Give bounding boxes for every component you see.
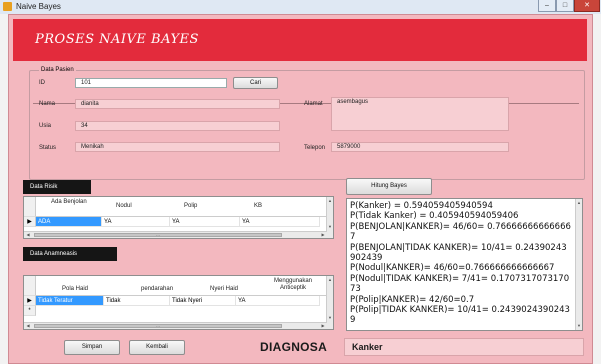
scroll-up-icon[interactable]: ▲	[327, 198, 333, 204]
grid-header: Ada Benjolan Nodul Polip KB	[24, 197, 333, 217]
close-icon[interactable]: ✕	[574, 0, 600, 12]
scroll-up-icon[interactable]: ▲	[327, 277, 333, 283]
nama-field[interactable]: dianita	[75, 99, 280, 109]
column-header[interactable]: Ada Benjolan	[51, 199, 91, 206]
vertical-scrollbar[interactable]: ▲ ▼	[326, 276, 333, 329]
data-risik-grid[interactable]: Ada Benjolan Nodul Polip KB ▶ ADA YA YA …	[23, 196, 334, 239]
table-cell[interactable]: YA	[102, 217, 170, 227]
hitung-bayes-button[interactable]: Hitung Bayes	[346, 178, 432, 195]
scroll-right-icon[interactable]: ▶	[320, 323, 326, 329]
app-icon	[3, 2, 12, 11]
nama-label: Nama	[39, 101, 56, 107]
horizontal-scrollbar[interactable]: ◀ ⋯ ▶	[24, 322, 327, 329]
status-field[interactable]: Menikah	[75, 142, 280, 152]
scroll-down-icon[interactable]: ▼	[576, 323, 582, 329]
new-row-icon[interactable]: *	[24, 306, 36, 316]
usia-label: Usia	[39, 123, 52, 129]
horizontal-scrollbar[interactable]: ◀ ⋯ ▶	[24, 231, 327, 238]
scroll-left-icon[interactable]: ◀	[25, 232, 31, 238]
diagnosa-label: DIAGNOSA	[260, 340, 328, 354]
table-cell[interactable]: YA	[240, 217, 320, 227]
alamat-label: Alamat	[304, 101, 323, 107]
grid-header: Pola Haid pendarahan Nyeri Haid Mengguna…	[24, 276, 333, 296]
diagnosa-field[interactable]: Kanker	[344, 338, 584, 356]
scroll-up-icon[interactable]: ▲	[576, 200, 582, 206]
column-header[interactable]: Pola Haid	[62, 286, 88, 293]
row-selector-icon[interactable]: ▶	[24, 296, 36, 306]
data-risik-label: Data Risik	[23, 180, 91, 194]
table-cell[interactable]: Tidak Nyeri	[170, 296, 236, 306]
column-header[interactable]: Polip	[184, 203, 197, 210]
window-title: Naive Bayes	[16, 2, 61, 11]
id-label: ID	[39, 80, 45, 86]
row-header-corner	[24, 276, 36, 296]
minimize-icon[interactable]: –	[538, 0, 556, 12]
window-titlebar: Naive Bayes – □ ✕	[0, 0, 601, 14]
scroll-thumb[interactable]: ⋯	[34, 233, 282, 238]
id-input[interactable]: 101	[75, 78, 227, 88]
column-header[interactable]: pendarahan	[141, 286, 173, 293]
result-text: P(Kanker) = 0.594059405940594 P(Tidak Ka…	[350, 201, 571, 326]
data-pasien-label: Data Pasien	[39, 67, 76, 73]
cari-button[interactable]: Cari	[233, 77, 278, 89]
data-anamneasis-grid[interactable]: Pola Haid pendarahan Nyeri Haid Mengguna…	[23, 275, 334, 330]
row-header-corner	[24, 197, 36, 217]
data-anamneasis-label: Data Anamneasis	[23, 247, 117, 261]
header-banner: PROSES NAIVE BAYES	[13, 19, 587, 61]
column-header[interactable]: Nyeri Haid	[210, 286, 238, 293]
scroll-right-icon[interactable]: ▶	[320, 232, 326, 238]
table-cell[interactable]: Tidak Teratur	[36, 296, 104, 306]
scroll-down-icon[interactable]: ▼	[327, 315, 333, 321]
row-selector-icon[interactable]: ▶	[24, 217, 36, 227]
status-label: Status	[39, 145, 57, 151]
usia-field[interactable]: 34	[75, 121, 280, 131]
column-header[interactable]: KB	[254, 203, 262, 210]
table-cell[interactable]: Tidak	[104, 296, 170, 306]
column-header[interactable]: Nodul	[116, 203, 132, 210]
kembali-button[interactable]: Kembali	[129, 340, 185, 355]
scroll-left-icon[interactable]: ◀	[25, 323, 31, 329]
table-cell[interactable]: YA	[236, 296, 320, 306]
vertical-scrollbar[interactable]: ▲ ▼	[575, 199, 582, 330]
table-cell[interactable]: ADA	[36, 217, 102, 227]
main-form: PROSES NAIVE BAYES Data Pasien ID 101 Ca…	[8, 14, 593, 364]
page-title: PROSES NAIVE BAYES	[35, 32, 199, 47]
telepon-label: Telepon	[304, 145, 326, 151]
table-cell[interactable]: YA	[170, 217, 240, 227]
telepon-field[interactable]: 5879000	[331, 142, 509, 152]
scroll-down-icon[interactable]: ▼	[327, 224, 333, 230]
vertical-scrollbar[interactable]: ▲ ▼	[326, 197, 333, 238]
maximize-icon[interactable]: □	[556, 0, 574, 12]
simpan-button[interactable]: Simpan	[64, 340, 120, 355]
column-header[interactable]: Menggunakan Anticeptik	[264, 278, 322, 292]
scroll-thumb[interactable]: ⋯	[34, 324, 282, 329]
alamat-field[interactable]: asembagus	[331, 97, 509, 131]
result-textarea[interactable]: P(Kanker) = 0.594059405940594 P(Tidak Ka…	[346, 198, 583, 331]
